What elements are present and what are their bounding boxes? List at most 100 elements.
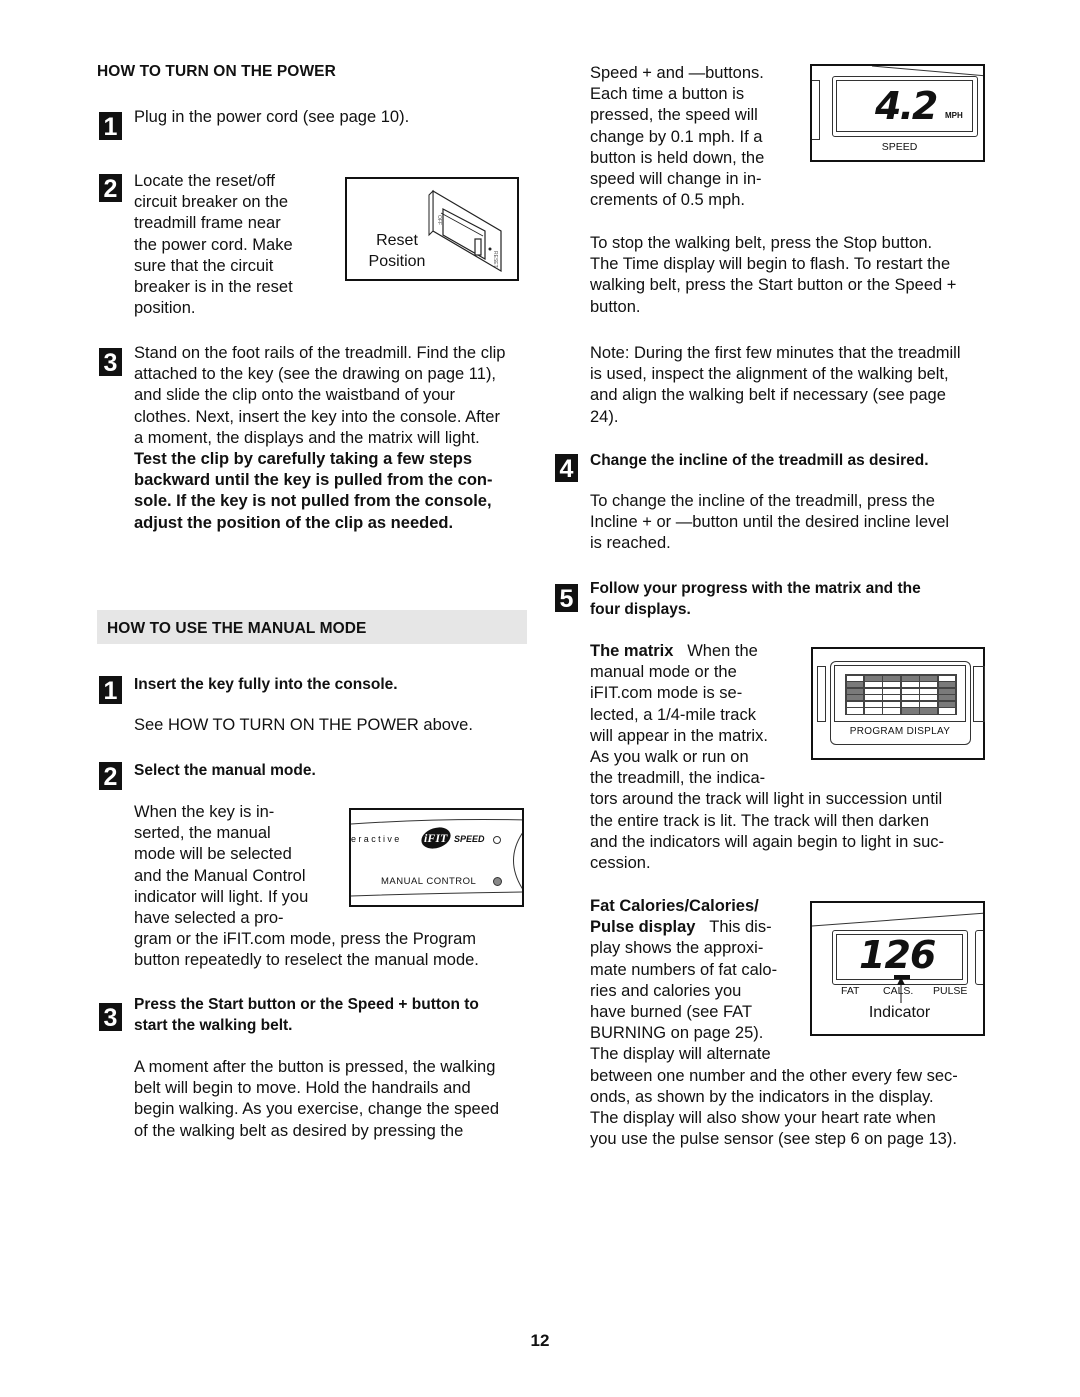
ifit-logo-text: iFIT [424,831,448,845]
matrix-cell [920,688,938,694]
text-line: you use the pulse sensor (see step 6 on … [590,1130,957,1149]
text-line: a moment, the displays and the matrix wi… [134,428,480,447]
program-display-figure: PROGRAM DISPLAY [811,647,985,760]
matrix-cell [883,695,901,701]
program-display-label: PROGRAM DISPLAY [849,726,951,737]
matrix-cell-lit [938,701,956,707]
matrix-cell-lit [938,688,956,694]
title-line: Press the Start button or the Speed + bu… [134,996,479,1013]
text-line: To stop the walking belt, press the Stop… [590,234,933,252]
label-line: Reset [376,232,418,249]
text-line: Locate the reset/off [134,172,275,190]
console-outline-icon [351,819,522,897]
speed-unit: MPH [945,111,963,120]
calories-lcd-screen: 126 [836,934,963,980]
text-line: circuit breaker on the [134,193,289,212]
text-line: treadmill frame near [134,214,281,233]
matrix-grid [845,674,957,715]
text-line: breaker is in the reset [134,278,293,297]
manual-step-2-title: Select the manual mode. [134,762,316,779]
reset-breaker-figure: Reset Position OFF RESET [345,177,519,281]
manual-step-number-1: 1 [99,676,122,705]
text-line: A moment after the button is pressed, th… [134,1058,496,1076]
matrix-cell [938,708,956,714]
manual-step-3-title: Press the Start button or the Speed + bu… [134,994,479,1036]
text-line: Note: During the first few minutes that … [590,344,961,362]
calories-value: 126 [859,933,936,977]
calories-title-line-2: Pulse display [590,918,696,937]
step-5-title: Follow your progress with the matrix and… [590,578,921,620]
speed-display-label: SPEED [881,141,918,153]
matrix-cell [901,695,919,701]
power-step-3-text: Stand on the foot rails of the treadmill… [134,343,534,534]
manual-control-console-figure: eractive iFIT SPEED MANUAL CONTROL [349,808,524,907]
matrix-cell [883,688,901,694]
text-line: The display will also show your heart ra… [590,1109,936,1128]
text-line: belt will begin to move. Hold the handra… [134,1079,471,1098]
matrix-cell [920,695,938,701]
text-line: crements of 0.5 mph. [590,191,745,210]
text-line: and the indicators will again begin to l… [590,832,945,851]
program-lcd-screen [834,665,966,722]
power-step-2-text: Locate the reset/off circuit breaker on … [134,171,293,319]
matrix-cell [938,675,956,681]
right-display-edge [973,666,985,722]
text-line: change by 0.1 mph. If a [590,127,763,146]
text-line: cession. [590,854,651,873]
power-step-1-text: Plug in the power cord (see page 10). [134,108,410,126]
matrix-cell-lit [864,675,882,681]
title-line: start the walking belt. [134,1017,293,1035]
matrix-cell [864,708,882,714]
warning-line: adjust the position of the clip as neede… [134,513,454,532]
matrix-cell [864,701,882,707]
calories-display-figure: 126 FAT CALS. PULSE Indicator [810,901,985,1036]
text-line: To change the incline of the treadmill, … [590,492,935,510]
stop-belt-text: To stop the walking belt, press the Stop… [590,233,956,318]
alignment-note-text: Note: During the first few minutes that … [590,343,961,428]
pulse-label: PULSE [933,985,968,997]
svg-text:RESET: RESET [492,251,498,268]
text-line: Speed + and —buttons. [590,64,764,82]
matrix-cell [864,688,882,694]
text-line: gram or the iFIT.com mode, press the Pro… [134,930,477,949]
speed-value: 4.2 [875,84,938,128]
manual-section-heading: HOW TO USE THE MANUAL MODE [107,620,367,637]
matrix-title: The matrix [590,642,674,660]
text-line: of the walking belt as desired by pressi… [134,1121,464,1140]
matrix-cell [901,682,919,688]
matrix-cell-lit [938,695,956,701]
text-line: is used, inspect the alignment of the wa… [590,365,949,384]
calories-title-tail: This dis- [709,918,772,937]
text-line: the entire track is lit. The track will … [590,811,930,830]
warning-line: sole. If the key is not pulled from the … [134,492,492,511]
left-display-edge [817,666,826,722]
text-line: is reached. [590,534,671,553]
matrix-cell-lit [901,675,919,681]
indicator-arrow-icon [897,977,905,1003]
console-edge-icon [812,912,983,927]
text-line: clothes. Next, insert the key into the c… [134,407,500,426]
text-line: Each time a button is [590,85,745,104]
page-number: 12 [530,1331,550,1350]
text-line: the treadmill, the indica- [590,769,766,788]
step-number-1: 1 [99,112,122,141]
matrix-cell [883,701,901,707]
program-lcd: PROGRAM DISPLAY [830,661,971,745]
speed-display-figure: 4.2 MPH SPEED [810,64,985,162]
text-line: attached to the key (see the drawing on … [134,365,497,384]
text-line: and align the walking belt if necessary … [590,386,946,405]
matrix-cell-lit [846,695,864,701]
adjacent-display-edge [975,930,983,985]
step-4-title: Change the incline of the treadmill as d… [590,452,929,469]
step-4-text: To change the incline of the treadmill, … [590,491,949,555]
manual-step-number-3: 3 [99,1003,122,1032]
text-line: The display will alternate [590,1045,771,1064]
indicator-label: Indicator [868,1004,931,1021]
matrix-cell [920,701,938,707]
text-line: between one number and the other every f… [590,1066,958,1085]
text-line: and slide the clip onto the waistband of… [134,386,456,405]
speed-lcd-screen: 4.2 MPH [836,80,973,132]
matrix-cell [883,708,901,714]
step-number-5: 5 [555,584,578,613]
power-section-heading: HOW TO TURN ON THE POWER [97,63,336,80]
